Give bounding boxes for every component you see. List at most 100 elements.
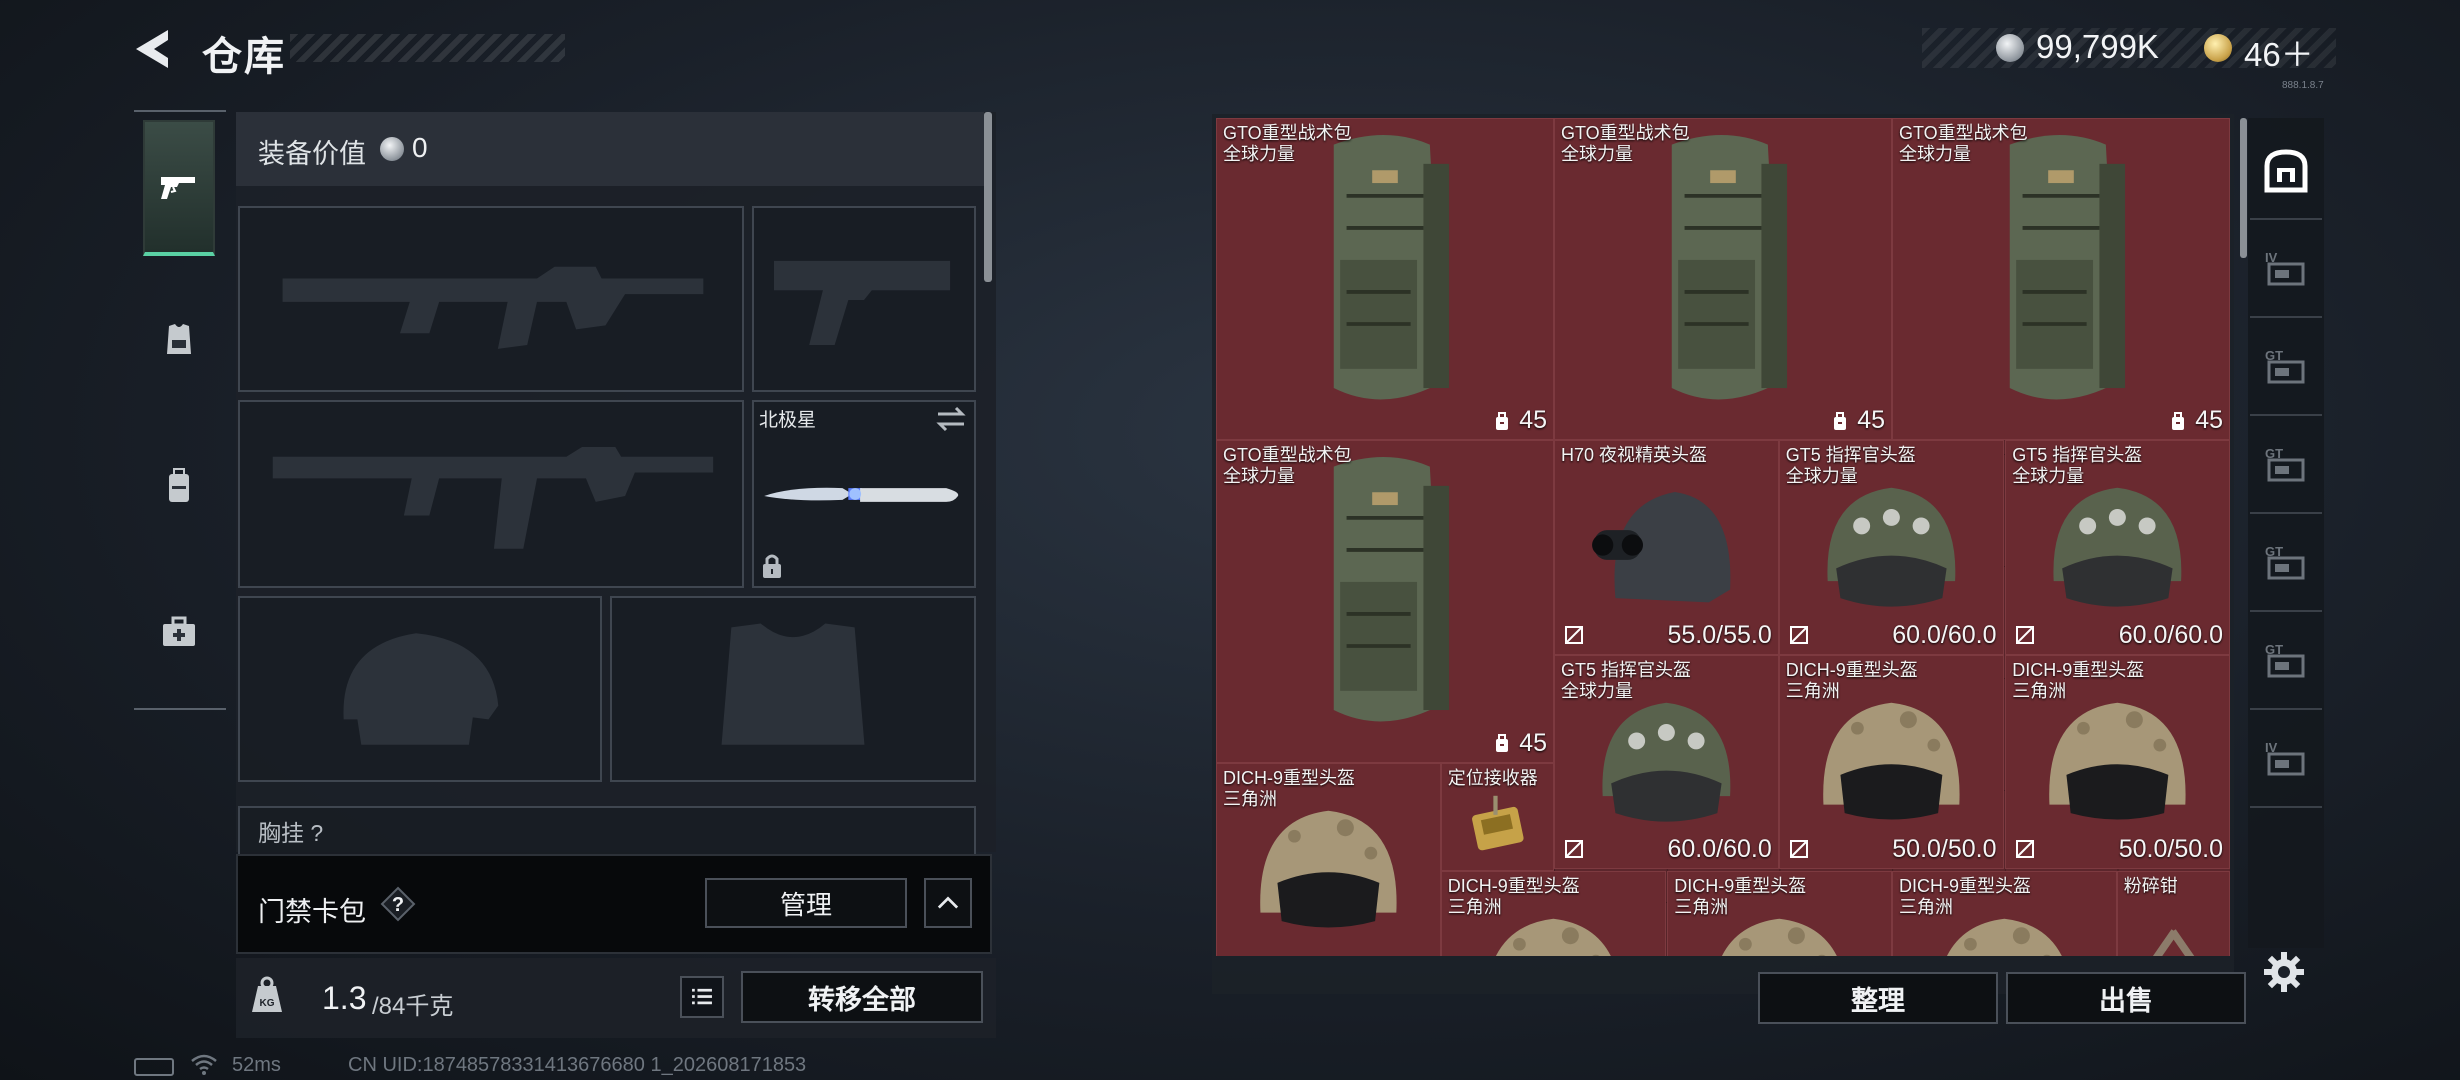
stash-item-pliers[interactable]: 粉碎钳 <box>2116 870 2230 956</box>
stash-item-nv-helmet[interactable]: H70 夜视精英头盔 55.0/55.0 <box>1554 440 1779 655</box>
silver-coin-icon <box>1996 34 2024 62</box>
stash-item-helmet-tan[interactable]: DICH-9重型头盔 三角洲 50.0/50.0 <box>2005 654 2230 869</box>
currency-secondary[interactable]: 46＋ <box>2244 28 2314 76</box>
item-name: GT5 指挥官头盔 全球力量 <box>2012 445 2143 487</box>
item-name: GT5 指挥官头盔 全球力量 <box>1561 659 1692 701</box>
expand-button[interactable] <box>924 878 972 928</box>
item-durability: 60.0/60.0 <box>2118 620 2223 649</box>
stash-tab-1[interactable] <box>2250 124 2322 220</box>
tertiary-weapon-slot[interactable] <box>238 400 744 588</box>
bag-capacity-icon <box>2172 411 2185 430</box>
swap-icon[interactable] <box>934 404 968 434</box>
stash-gt-icon: GT <box>2265 642 2305 678</box>
stash-item-receiver[interactable]: 定位接收器 <box>1440 762 1554 871</box>
primary-weapon-slot[interactable] <box>238 206 744 392</box>
item-name: 粉碎钳 <box>2123 875 2178 896</box>
uid-label: CN UID:18748578331413676680 1_2026081718… <box>348 1054 807 1076</box>
ping-label: 52ms <box>232 1054 281 1076</box>
item-name: GTO重型战术包 全球力量 <box>1561 123 1690 164</box>
item-name: GT5 指挥官头盔 全球力量 <box>1785 445 1916 487</box>
item-capacity-badge: 45 <box>1829 406 1885 435</box>
stash-tab-5[interactable]: GT <box>2250 516 2322 612</box>
armor-slot[interactable] <box>610 596 976 782</box>
sell-button[interactable]: 出售 <box>2006 972 2246 1024</box>
pistol-silhouette-icon <box>773 260 951 345</box>
page-title: 仓库 <box>202 35 286 79</box>
stash-tab-6[interactable]: GT <box>2250 614 2322 710</box>
stash-item-helmet-tan[interactable]: DICH-9重型头盔 三角洲 <box>1440 870 1666 956</box>
help-icon[interactable]: ? <box>380 886 416 922</box>
stash-item-helmet-tan[interactable]: DICH-9重型头盔 三角洲 <box>1892 870 2117 956</box>
helmet-slot[interactable] <box>238 596 602 782</box>
bag-capacity-icon <box>1496 734 1509 753</box>
tab-armor[interactable] <box>143 272 215 408</box>
rifle-silhouette-icon <box>282 266 704 349</box>
bag-capacity-icon <box>1834 411 1847 430</box>
title-stripe <box>290 34 565 62</box>
tab-case[interactable] <box>143 564 215 700</box>
stash-tab-4[interactable]: GT <box>2250 418 2322 514</box>
stash-item-backpack[interactable]: GTO重型战术包 全球力量 45 <box>1216 118 1554 441</box>
item-name: DICH-9重型头盔 三角洲 <box>1223 767 1356 809</box>
chest-rig-slot[interactable] <box>238 806 976 856</box>
secondary-weapon-slot[interactable] <box>752 206 976 392</box>
stash-item-helmet-tan[interactable]: DICH-9重型头盔 三角洲 <box>1667 870 1892 956</box>
vest-silhouette-icon <box>721 623 865 745</box>
equipment-scrollbar[interactable] <box>984 112 992 282</box>
stash-tab-2[interactable]: IV <box>2250 222 2322 318</box>
list-view-button[interactable] <box>680 976 724 1018</box>
equipment-value-label: 装备价值 <box>258 139 366 169</box>
item-durability: 50.0/50.0 <box>2118 834 2223 863</box>
svg-text:KG: KG <box>260 998 275 1009</box>
currency-primary[interactable]: 99,799K <box>2036 28 2159 66</box>
item-name: DICH-9重型头盔 三角洲 <box>1447 875 1580 917</box>
gold-coin-icon <box>2204 34 2232 62</box>
battery-icon <box>134 1058 174 1076</box>
weight-kg-icon: KG <box>252 976 282 1012</box>
safe-icon <box>2264 149 2308 193</box>
stash-iv-icon: IV <box>2265 250 2305 286</box>
melee-weapon-name: 北极星 <box>759 410 817 431</box>
no-case-icon <box>1565 625 1583 644</box>
stash-item-helmet-tan[interactable]: DICH-9重型头盔 三角洲 <box>1216 762 1441 956</box>
backpack-icon <box>169 468 189 502</box>
armor-vest-icon <box>167 324 191 354</box>
no-case-icon <box>1565 839 1583 858</box>
item-name: H70 夜视精英头盔 <box>1561 445 1708 466</box>
stash-item-backpack[interactable]: GTO重型战术包 全球力量 45 <box>1892 118 2230 441</box>
tab-weapon[interactable] <box>143 120 215 256</box>
wifi-icon <box>191 1054 217 1075</box>
no-case-icon <box>2016 625 2035 644</box>
stash-item-backpack[interactable]: GTO重型战术包 全球力量 45 <box>1554 118 1892 441</box>
back-arrow-icon[interactable] <box>128 26 178 72</box>
transfer-all-button[interactable]: 转移全部 <box>741 971 983 1023</box>
stash-grid: GTO重型战术包 全球力量 45 GTO重型战术包 全球力量 45 GTO重型战术包… <box>1216 118 2230 956</box>
helmet-silhouette-icon <box>343 633 499 745</box>
rifle-silhouette-icon <box>272 447 714 549</box>
item-durability: 55.0/55.0 <box>1667 620 1772 649</box>
item-name: GTO重型战术包 全球力量 <box>1223 445 1352 487</box>
stash-item-helmet-green[interactable]: GT5 指挥官头盔 全球力量 60.0/60.0 <box>1778 440 2004 655</box>
sort-button[interactable]: 整理 <box>1758 972 1998 1024</box>
stash-scrollbar[interactable] <box>2240 118 2247 258</box>
item-capacity-badge: 45 <box>1491 406 1547 435</box>
stash-item-helmet-green[interactable]: GT5 指挥官头盔 全球力量 60.0/60.0 <box>2005 440 2230 655</box>
stash-item-backpack[interactable]: GTO重型战术包 全球力量 45 <box>1216 440 1554 763</box>
stash-item-helmet-tan[interactable]: DICH-9重型头盔 三角洲 50.0/50.0 <box>1778 654 2004 869</box>
manage-button[interactable]: 管理 <box>705 878 907 928</box>
item-name: GTO重型战术包 全球力量 <box>1899 123 2028 164</box>
gear-icon[interactable] <box>2262 950 2306 994</box>
chest-rig-label: 胸挂 ? <box>258 820 324 846</box>
item-name: 定位接收器 <box>1447 767 1538 788</box>
no-case-icon <box>1789 625 1808 644</box>
stash-item-helmet-green[interactable]: GT5 指挥官头盔 全球力量 60.0/60.0 <box>1554 654 1779 869</box>
item-name: DICH-9重型头盔 三角洲 <box>2012 659 2145 701</box>
tab-backpack[interactable] <box>143 418 215 554</box>
stash-tab-3[interactable]: GT <box>2250 320 2322 416</box>
stash-tab-7[interactable]: IV <box>2250 712 2322 808</box>
svg-text:?: ? <box>392 894 404 916</box>
list-icon <box>692 988 712 1005</box>
no-case-icon <box>2016 839 2035 858</box>
item-name: DICH-9重型头盔 三角洲 <box>1899 875 2032 917</box>
silver-coin-icon <box>380 137 404 161</box>
